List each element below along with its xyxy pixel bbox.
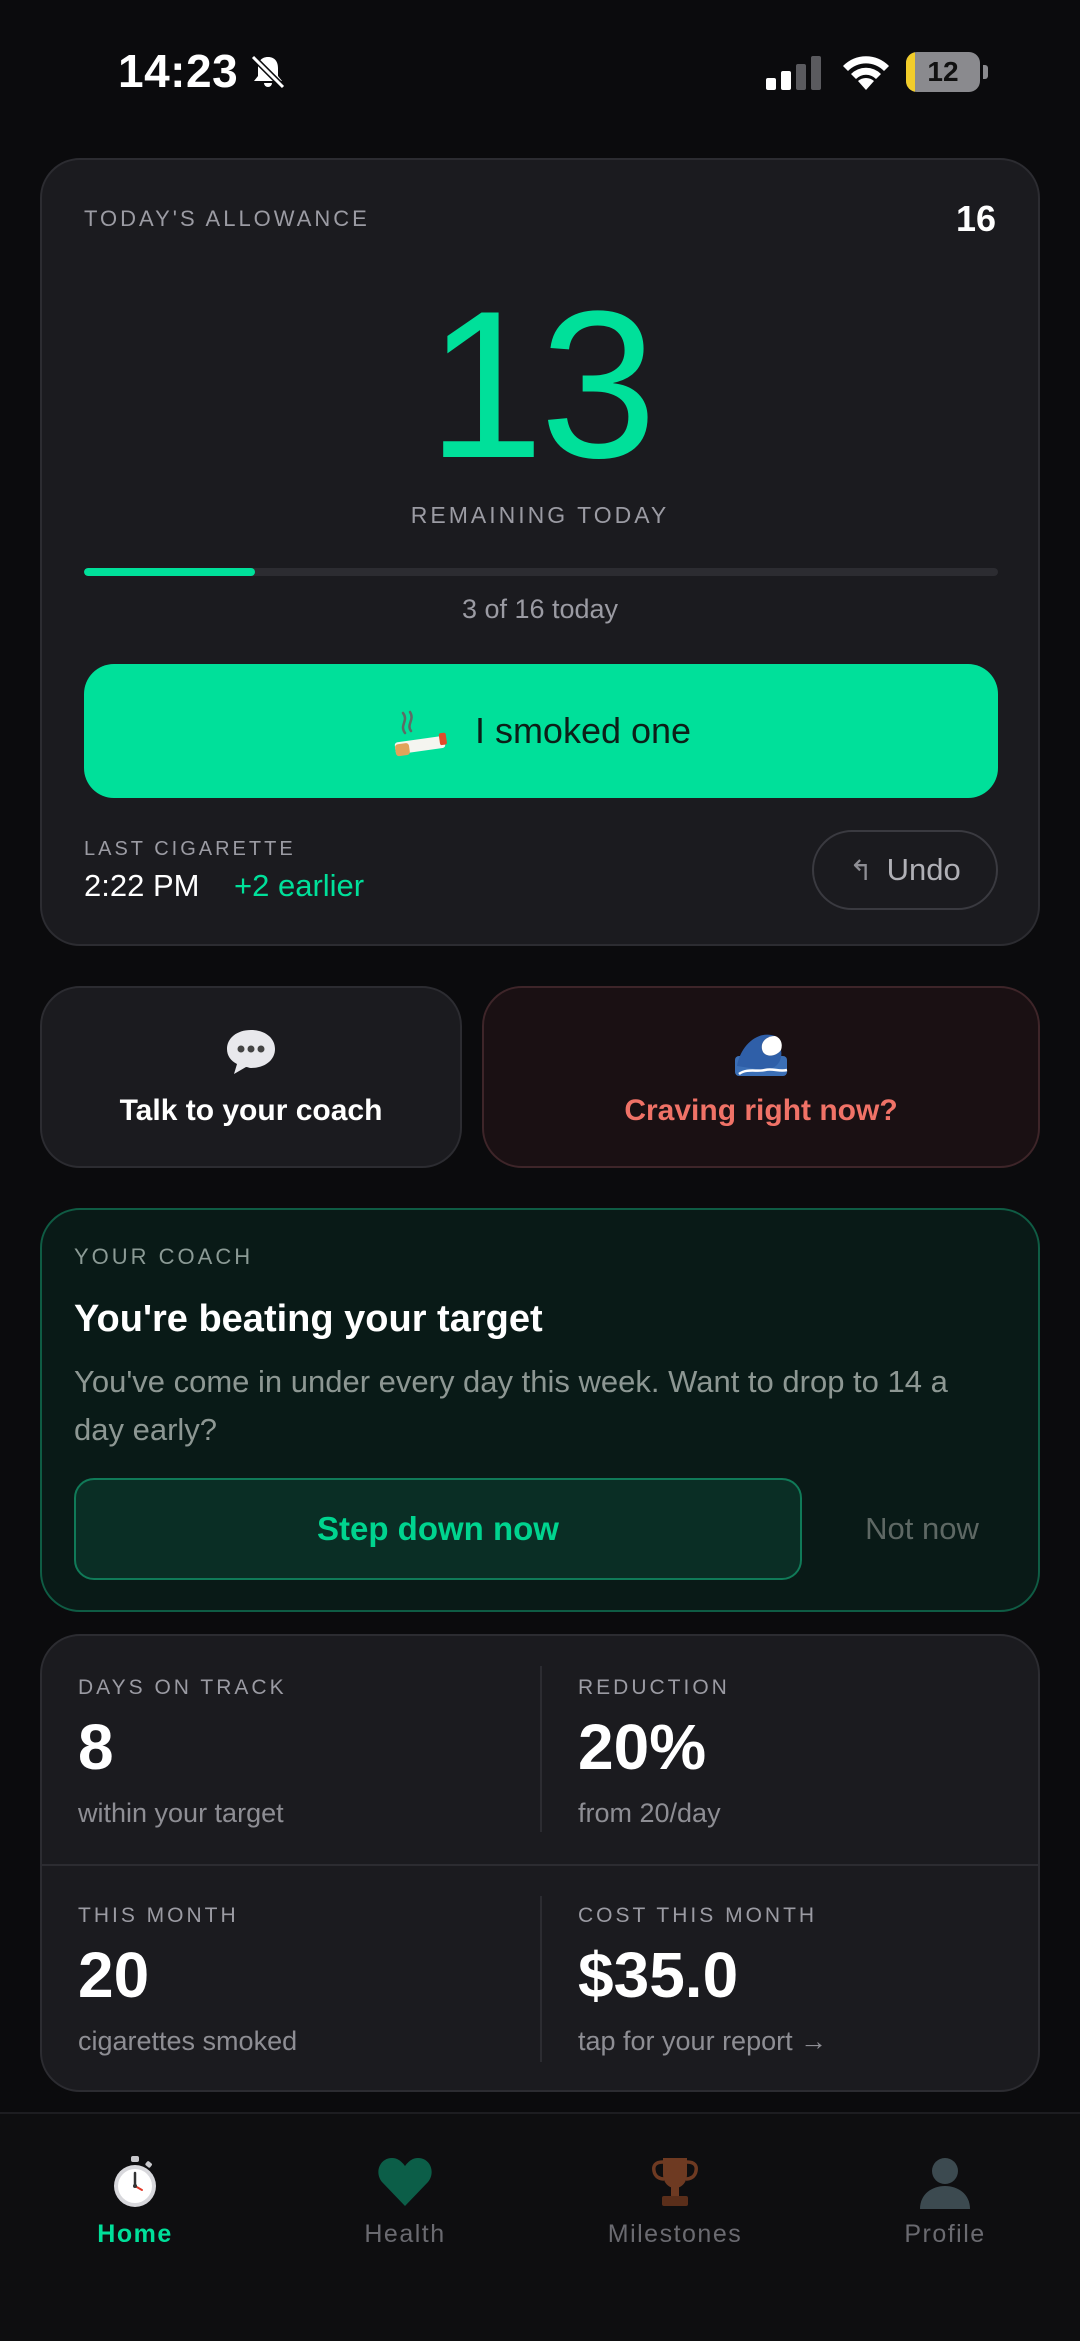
step-down-label: Step down now	[317, 1510, 559, 1547]
allowance-card: TODAY'S ALLOWANCE 16 13 REMAINING TODAY …	[40, 158, 1040, 946]
signal-icon	[766, 56, 821, 90]
profile-icon	[920, 2158, 970, 2209]
smoked-one-button[interactable]: I smoked one	[84, 664, 998, 798]
speech-bubble-icon	[227, 1030, 275, 1074]
stats-divider	[540, 1666, 542, 1832]
stat-days-on-track: DAYS ON TRACK 8 within your target	[78, 1676, 518, 1829]
report-link[interactable]: tap for your report →	[578, 2026, 1018, 2057]
tab-bar: Home Health Milestones Profile	[0, 2112, 1080, 2341]
stats-card: DAYS ON TRACK 8 within your target REDUC…	[40, 1634, 1040, 2092]
stat-subtitle: within your target	[78, 1798, 284, 1828]
tab-label: Milestones	[607, 2220, 743, 2248]
step-down-button[interactable]: Step down now	[74, 1478, 802, 1580]
undo-arrow-icon: ↰	[849, 854, 873, 886]
status-bar: 14:23 12	[0, 0, 1080, 150]
allowance-total: 16	[955, 198, 996, 239]
progress-fill	[84, 568, 256, 576]
stat-label: REDUCTION	[578, 1676, 730, 1699]
wave-icon	[735, 1034, 788, 1076]
last-cigarette-label: LAST CIGARETTE	[84, 838, 296, 860]
remaining-label: REMAINING TODAY	[410, 502, 670, 528]
talk-to-coach-label: Talk to your coach	[119, 1094, 383, 1127]
cigarette-icon	[394, 710, 447, 757]
not-now-button[interactable]: Not now	[832, 1478, 1012, 1580]
bell-muted-icon	[250, 54, 286, 90]
undo-button[interactable]: ↰ Undo	[812, 830, 998, 910]
stats-divider	[42, 1864, 1038, 1866]
tab-milestones[interactable]: Milestones	[540, 2154, 810, 2264]
craving-label: Craving right now?	[624, 1094, 898, 1127]
stat-value: 8	[78, 1711, 114, 1783]
stat-value: 20%	[578, 1711, 707, 1783]
wifi-icon	[843, 56, 889, 90]
progress-text: 3 of 16 today	[461, 594, 619, 624]
stat-label: COST THIS MONTH	[578, 1904, 818, 1927]
stopwatch-icon	[114, 2156, 156, 2207]
smoked-one-label: I smoked one	[474, 710, 692, 751]
tab-home[interactable]: Home	[0, 2154, 270, 2264]
stat-subtitle: from 20/day	[578, 1798, 721, 1828]
heart-icon	[378, 2158, 432, 2206]
stat-label: DAYS ON TRACK	[78, 1676, 287, 1699]
stat-value: 20	[78, 1939, 150, 2011]
stat-label: THIS MONTH	[78, 1904, 239, 1927]
stat-value: $35.0	[578, 1939, 739, 2011]
coach-message: You've come in under every day this week…	[74, 1364, 948, 1447]
stat-reduction: REDUCTION 20% from 20/day	[578, 1676, 1018, 1829]
coach-suggestion-card: YOUR COACH You're beating your target Yo…	[40, 1208, 1040, 1612]
battery-percent: 12	[927, 56, 959, 87]
undo-label: Undo	[886, 852, 961, 887]
last-cigarette-time: 2:22 PM	[84, 868, 200, 903]
status-time: 14:23	[118, 45, 239, 97]
tab-health[interactable]: Health	[270, 2154, 540, 2264]
progress-bar	[84, 568, 998, 576]
tab-label: Health	[364, 2220, 446, 2248]
coach-title: You're beating your target	[74, 1298, 543, 1340]
allowance-label: TODAY'S ALLOWANCE	[84, 206, 370, 231]
remaining-count: 13	[427, 267, 657, 502]
earlier-count-link[interactable]: +2 earlier	[234, 868, 364, 904]
stats-divider	[540, 1896, 542, 2062]
craving-button[interactable]: Craving right now?	[482, 986, 1040, 1168]
stat-cost-this-month[interactable]: COST THIS MONTH $35.0 tap for your repor…	[578, 1904, 1018, 2057]
battery-icon: 12	[906, 52, 988, 92]
tab-label: Home	[97, 2220, 173, 2248]
tab-profile[interactable]: Profile	[810, 2154, 1080, 2264]
tab-label: Profile	[904, 2220, 986, 2248]
stat-subtitle: cigarettes smoked	[78, 2026, 298, 2056]
stat-this-month: THIS MONTH 20 cigarettes smoked	[78, 1904, 518, 2057]
talk-to-coach-button[interactable]: Talk to your coach	[40, 986, 462, 1168]
trophy-icon	[652, 2158, 698, 2206]
coach-tag: YOUR COACH	[74, 1244, 254, 1269]
not-now-label: Not now	[865, 1511, 979, 1546]
